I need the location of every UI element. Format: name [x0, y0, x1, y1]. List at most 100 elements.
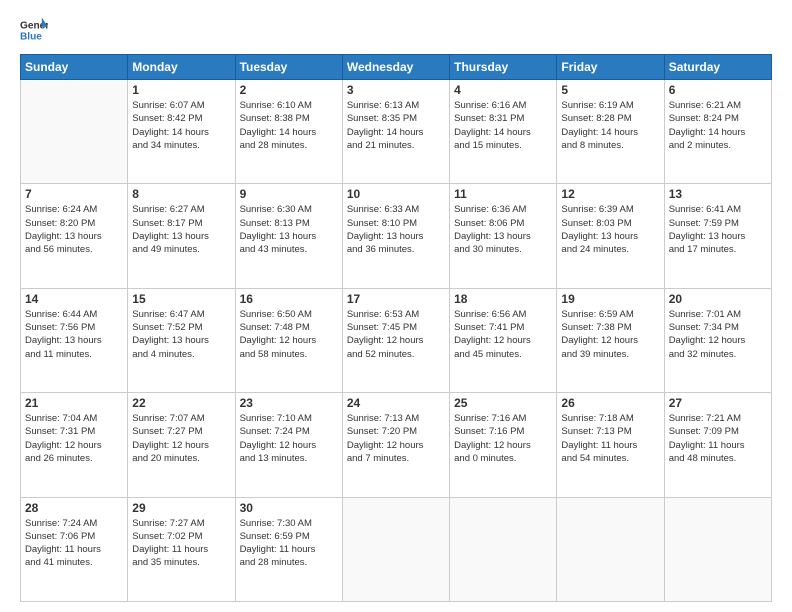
day-info: Sunrise: 6:59 AM Sunset: 7:38 PM Dayligh… [561, 308, 659, 361]
day-info: Sunrise: 6:36 AM Sunset: 8:06 PM Dayligh… [454, 203, 552, 256]
day-number: 8 [132, 187, 230, 201]
day-info: Sunrise: 6:44 AM Sunset: 7:56 PM Dayligh… [25, 308, 123, 361]
calendar-cell: 27 Sunrise: 7:21 AM Sunset: 7:09 PM Dayli… [664, 393, 771, 497]
day-number: 2 [240, 83, 338, 97]
day-info: Sunrise: 6:27 AM Sunset: 8:17 PM Dayligh… [132, 203, 230, 256]
calendar-cell: 30 Sunrise: 7:30 AM Sunset: 6:59 PM Dayli… [235, 497, 342, 601]
calendar-cell: 9 Sunrise: 6:30 AM Sunset: 8:13 PM Daylig… [235, 184, 342, 288]
day-number: 15 [132, 292, 230, 306]
weekday-saturday: Saturday [664, 55, 771, 80]
day-number: 30 [240, 501, 338, 515]
calendar-cell: 19 Sunrise: 6:59 AM Sunset: 7:38 PM Dayli… [557, 288, 664, 392]
calendar-cell: 13 Sunrise: 6:41 AM Sunset: 7:59 PM Dayli… [664, 184, 771, 288]
day-info: Sunrise: 6:56 AM Sunset: 7:41 PM Dayligh… [454, 308, 552, 361]
day-number: 14 [25, 292, 123, 306]
calendar-cell: 15 Sunrise: 6:47 AM Sunset: 7:52 PM Dayli… [128, 288, 235, 392]
day-number: 22 [132, 396, 230, 410]
calendar-cell [342, 497, 449, 601]
calendar-cell: 11 Sunrise: 6:36 AM Sunset: 8:06 PM Dayli… [450, 184, 557, 288]
day-info: Sunrise: 6:19 AM Sunset: 8:28 PM Dayligh… [561, 99, 659, 152]
day-number: 7 [25, 187, 123, 201]
day-info: Sunrise: 7:10 AM Sunset: 7:24 PM Dayligh… [240, 412, 338, 465]
calendar-cell: 25 Sunrise: 7:16 AM Sunset: 7:16 PM Dayli… [450, 393, 557, 497]
day-info: Sunrise: 7:24 AM Sunset: 7:06 PM Dayligh… [25, 517, 123, 570]
day-number: 25 [454, 396, 552, 410]
calendar-body: 1Sunrise: 6:07 AM Sunset: 8:42 PM Daylig… [21, 80, 772, 602]
day-info: Sunrise: 6:50 AM Sunset: 7:48 PM Dayligh… [240, 308, 338, 361]
day-info: Sunrise: 6:39 AM Sunset: 8:03 PM Dayligh… [561, 203, 659, 256]
day-number: 19 [561, 292, 659, 306]
calendar-cell: 20 Sunrise: 7:01 AM Sunset: 7:34 PM Dayli… [664, 288, 771, 392]
day-number: 3 [347, 83, 445, 97]
weekday-sunday: Sunday [21, 55, 128, 80]
weekday-thursday: Thursday [450, 55, 557, 80]
day-info: Sunrise: 6:07 AM Sunset: 8:42 PM Dayligh… [132, 99, 230, 152]
calendar-cell: 1Sunrise: 6:07 AM Sunset: 8:42 PM Daylig… [128, 80, 235, 184]
calendar-cell: 4 Sunrise: 6:16 AM Sunset: 8:31 PM Daylig… [450, 80, 557, 184]
day-info: Sunrise: 7:01 AM Sunset: 7:34 PM Dayligh… [669, 308, 767, 361]
day-info: Sunrise: 7:13 AM Sunset: 7:20 PM Dayligh… [347, 412, 445, 465]
calendar-cell [450, 497, 557, 601]
calendar-cell: 21 Sunrise: 7:04 AM Sunset: 7:31 PM Dayli… [21, 393, 128, 497]
day-info: Sunrise: 6:33 AM Sunset: 8:10 PM Dayligh… [347, 203, 445, 256]
weekday-header: SundayMondayTuesdayWednesdayThursdayFrid… [21, 55, 772, 80]
day-number: 27 [669, 396, 767, 410]
week-row-3: 21 Sunrise: 7:04 AM Sunset: 7:31 PM Dayli… [21, 393, 772, 497]
day-info: Sunrise: 7:30 AM Sunset: 6:59 PM Dayligh… [240, 517, 338, 570]
day-number: 4 [454, 83, 552, 97]
calendar-cell: 24 Sunrise: 7:13 AM Sunset: 7:20 PM Dayli… [342, 393, 449, 497]
svg-text:Blue: Blue [20, 31, 42, 42]
week-row-2: 14 Sunrise: 6:44 AM Sunset: 7:56 PM Dayli… [21, 288, 772, 392]
calendar-cell: 3 Sunrise: 6:13 AM Sunset: 8:35 PM Daylig… [342, 80, 449, 184]
day-info: Sunrise: 7:18 AM Sunset: 7:13 PM Dayligh… [561, 412, 659, 465]
day-number: 20 [669, 292, 767, 306]
day-info: Sunrise: 7:16 AM Sunset: 7:16 PM Dayligh… [454, 412, 552, 465]
weekday-wednesday: Wednesday [342, 55, 449, 80]
day-info: Sunrise: 7:04 AM Sunset: 7:31 PM Dayligh… [25, 412, 123, 465]
calendar: SundayMondayTuesdayWednesdayThursdayFrid… [20, 54, 772, 602]
calendar-cell: 22 Sunrise: 7:07 AM Sunset: 7:27 PM Dayli… [128, 393, 235, 497]
calendar-cell: 8 Sunrise: 6:27 AM Sunset: 8:17 PM Daylig… [128, 184, 235, 288]
calendar-cell [21, 80, 128, 184]
day-number: 26 [561, 396, 659, 410]
day-info: Sunrise: 6:16 AM Sunset: 8:31 PM Dayligh… [454, 99, 552, 152]
day-info: Sunrise: 6:10 AM Sunset: 8:38 PM Dayligh… [240, 99, 338, 152]
day-number: 9 [240, 187, 338, 201]
calendar-cell: 10Sunrise: 6:33 AM Sunset: 8:10 PM Dayli… [342, 184, 449, 288]
calendar-cell: 2 Sunrise: 6:10 AM Sunset: 8:38 PM Daylig… [235, 80, 342, 184]
day-info: Sunrise: 7:07 AM Sunset: 7:27 PM Dayligh… [132, 412, 230, 465]
day-info: Sunrise: 6:13 AM Sunset: 8:35 PM Dayligh… [347, 99, 445, 152]
weekday-tuesday: Tuesday [235, 55, 342, 80]
day-number: 24 [347, 396, 445, 410]
day-info: Sunrise: 7:21 AM Sunset: 7:09 PM Dayligh… [669, 412, 767, 465]
calendar-cell: 16 Sunrise: 6:50 AM Sunset: 7:48 PM Dayli… [235, 288, 342, 392]
day-info: Sunrise: 6:47 AM Sunset: 7:52 PM Dayligh… [132, 308, 230, 361]
day-number: 29 [132, 501, 230, 515]
calendar-cell: 29 Sunrise: 7:27 AM Sunset: 7:02 PM Dayli… [128, 497, 235, 601]
day-number: 23 [240, 396, 338, 410]
day-info: Sunrise: 6:30 AM Sunset: 8:13 PM Dayligh… [240, 203, 338, 256]
day-number: 5 [561, 83, 659, 97]
day-info: Sunrise: 6:21 AM Sunset: 8:24 PM Dayligh… [669, 99, 767, 152]
day-info: Sunrise: 7:27 AM Sunset: 7:02 PM Dayligh… [132, 517, 230, 570]
calendar-cell: 28Sunrise: 7:24 AM Sunset: 7:06 PM Dayli… [21, 497, 128, 601]
calendar-cell: 6 Sunrise: 6:21 AM Sunset: 8:24 PM Daylig… [664, 80, 771, 184]
day-info: Sunrise: 6:41 AM Sunset: 7:59 PM Dayligh… [669, 203, 767, 256]
day-number: 18 [454, 292, 552, 306]
day-info: Sunrise: 6:53 AM Sunset: 7:45 PM Dayligh… [347, 308, 445, 361]
week-row-1: 7Sunrise: 6:24 AM Sunset: 8:20 PM Daylig… [21, 184, 772, 288]
day-number: 13 [669, 187, 767, 201]
calendar-cell [557, 497, 664, 601]
calendar-cell: 12Sunrise: 6:39 AM Sunset: 8:03 PM Dayli… [557, 184, 664, 288]
week-row-0: 1Sunrise: 6:07 AM Sunset: 8:42 PM Daylig… [21, 80, 772, 184]
calendar-cell: 26 Sunrise: 7:18 AM Sunset: 7:13 PM Dayli… [557, 393, 664, 497]
day-number: 6 [669, 83, 767, 97]
calendar-cell [664, 497, 771, 601]
day-number: 11 [454, 187, 552, 201]
calendar-cell: 14 Sunrise: 6:44 AM Sunset: 7:56 PM Dayli… [21, 288, 128, 392]
calendar-cell: 7Sunrise: 6:24 AM Sunset: 8:20 PM Daylig… [21, 184, 128, 288]
calendar-cell: 23 Sunrise: 7:10 AM Sunset: 7:24 PM Dayli… [235, 393, 342, 497]
day-number: 16 [240, 292, 338, 306]
calendar-cell: 17Sunrise: 6:53 AM Sunset: 7:45 PM Dayli… [342, 288, 449, 392]
day-number: 21 [25, 396, 123, 410]
